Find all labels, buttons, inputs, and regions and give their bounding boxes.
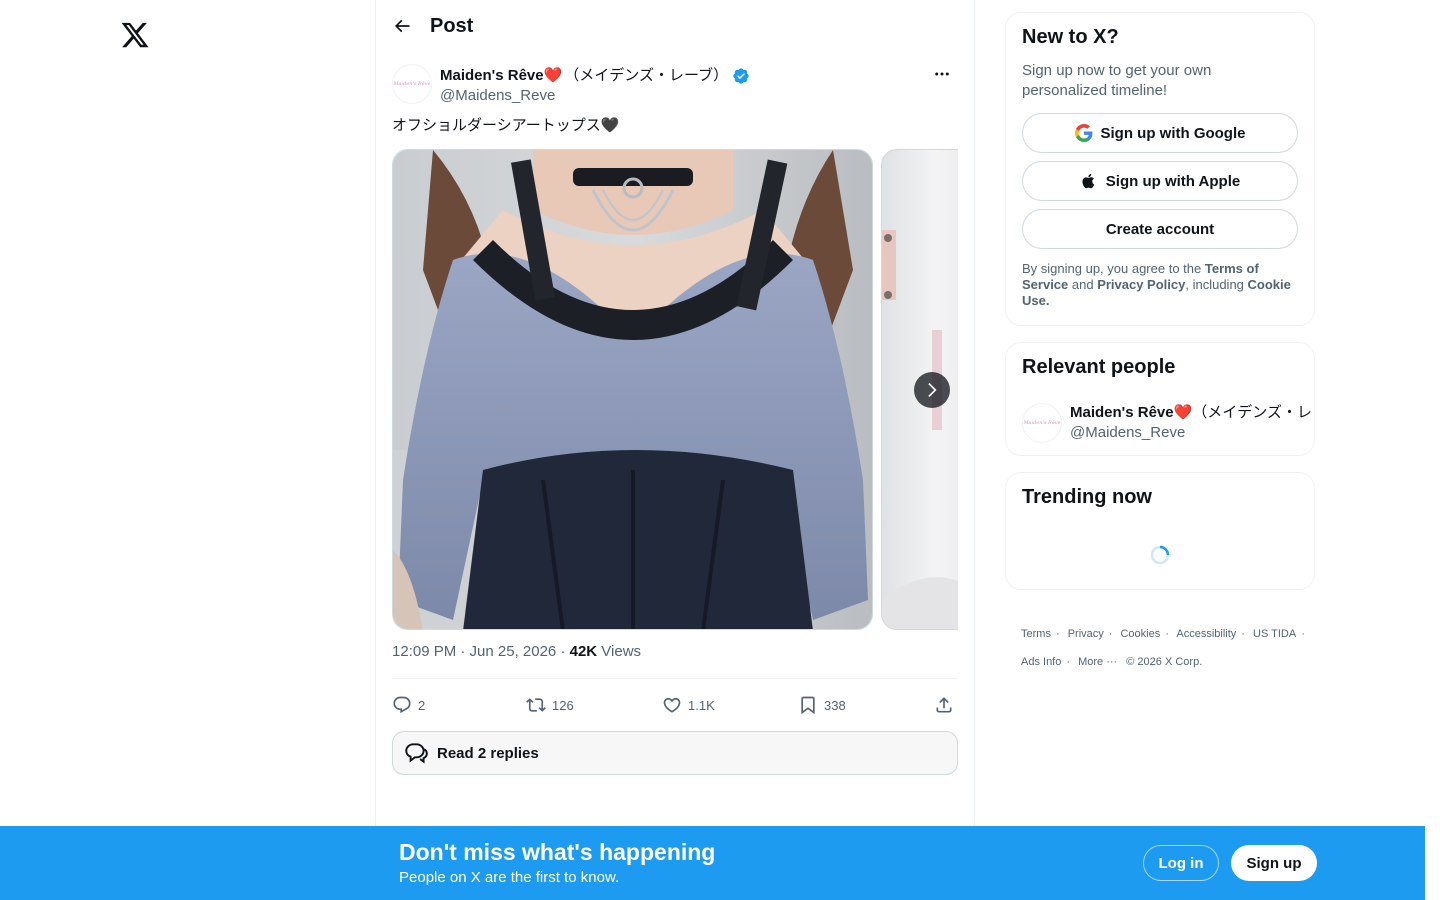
- repost-icon: [526, 698, 546, 712]
- heart-icon: [663, 697, 681, 713]
- bookmark-button[interactable]: 338: [798, 692, 846, 718]
- signup-apple-label: Sign up with Apple: [1105, 172, 1241, 190]
- share-icon: [936, 697, 952, 713]
- footer-link-terms[interactable]: Terms: [1021, 628, 1051, 640]
- relevant-person-handle[interactable]: @Maidens_Reve: [1070, 423, 1185, 443]
- x-logo-icon[interactable]: [120, 20, 154, 54]
- post-column: Post Maiden's Rêve Maiden's Rêve❤️ （メイデンズ…: [375, 0, 975, 900]
- footer-links: Terms · Privacy · Cookies · Accessibility · …: [1021, 628, 1305, 668]
- photo-illustration: [393, 150, 872, 629]
- relevant-people-card: Relevant people Maiden's Rêve Maiden's R…: [1005, 342, 1315, 456]
- post-media-carousel: [392, 149, 958, 630]
- avatar-logo-text: Maiden's Rêve: [1023, 420, 1061, 426]
- signup-apple-button[interactable]: Sign up with Apple: [1022, 161, 1298, 201]
- back-arrow-icon[interactable]: [390, 14, 414, 38]
- avatar[interactable]: Maiden's Rêve: [392, 64, 432, 104]
- relevant-name-text: Maiden's Rêve❤️: [1070, 404, 1193, 421]
- bookmark-icon: [801, 696, 815, 715]
- read-replies-label: Read 2 replies: [437, 744, 539, 762]
- like-button[interactable]: 1.1K: [662, 692, 715, 718]
- repost-count: 126: [552, 697, 574, 713]
- share-button[interactable]: [934, 692, 960, 718]
- post-header: Post: [376, 0, 974, 53]
- post-text: オフショルダーシアートップス🖤: [392, 117, 620, 134]
- reply-count: 2: [418, 697, 426, 713]
- bookmark-count: 338: [824, 697, 846, 713]
- page-title: Post: [430, 15, 474, 37]
- more-options-icon[interactable]: [932, 64, 952, 84]
- signup-google-button[interactable]: Sign up with Google: [1022, 113, 1298, 153]
- footer-link-privacy[interactable]: Privacy: [1068, 628, 1104, 640]
- post-actions: 2 126 1.1K 338: [392, 692, 958, 718]
- reply-icon: [393, 696, 411, 714]
- banner-subtitle: People on X are the first to know.: [399, 869, 620, 886]
- signup-button[interactable]: Sign up: [1231, 845, 1317, 881]
- banner-title: Don't miss what's happening: [399, 839, 716, 865]
- repost-button[interactable]: 126: [526, 692, 574, 718]
- loading-spinner-icon: [1150, 545, 1170, 565]
- reply-button[interactable]: 2: [392, 692, 425, 718]
- author-name-text: Maiden's Rêve❤️: [440, 67, 563, 84]
- author-handle[interactable]: @Maidens_Reve: [440, 86, 555, 106]
- relevant-people-title: Relevant people: [1022, 356, 1176, 378]
- new-to-x-title: New to X?: [1022, 26, 1119, 48]
- trending-title: Trending now: [1022, 486, 1152, 508]
- relevant-name-jp: （メイデンズ・レ: [1192, 404, 1312, 421]
- footer-link-cookies[interactable]: Cookies: [1120, 628, 1160, 640]
- signup-google-label: Sign up with Google: [1100, 124, 1246, 142]
- trending-now-card: Trending now: [1005, 472, 1315, 590]
- footer-link-ads-info[interactable]: Ads Info: [1021, 656, 1061, 668]
- privacy-link[interactable]: Privacy Policy: [1097, 277, 1185, 292]
- relevant-person-name[interactable]: Maiden's Rêve❤️（メイデンズ・レ: [1070, 403, 1312, 423]
- new-to-x-subtitle: Sign up now to get your own personalized…: [1022, 62, 1212, 99]
- avatar-logo-text: Maiden's Rêve: [393, 81, 431, 87]
- verified-badge-icon: [733, 68, 749, 84]
- create-account-button[interactable]: Create account: [1022, 209, 1298, 249]
- signup-legal-text: By signing up, you agree to the Terms of…: [1022, 261, 1302, 309]
- new-to-x-card: New to X? Sign up now to get your own pe…: [1005, 12, 1315, 326]
- author-name-jp: （メイデンズ・レーブ）: [564, 67, 729, 84]
- login-button[interactable]: Log in: [1143, 845, 1219, 881]
- chevron-right-icon: [928, 382, 937, 398]
- footer-copyright: © 2026 X Corp.: [1126, 656, 1203, 668]
- post-author: Maiden's Rêve Maiden's Rêve❤️ （メイデンズ・レーブ）…: [392, 64, 958, 108]
- avatar[interactable]: Maiden's Rêve: [1022, 403, 1062, 443]
- like-count: 1.1K: [688, 697, 715, 713]
- legal-text-1: By signing up, you agree to the: [1022, 261, 1205, 276]
- footer-link-more[interactable]: More ···: [1078, 656, 1117, 668]
- replies-bubble-icon: [405, 743, 428, 764]
- post-timestamp[interactable]: 12:09 PM · Jun 25, 2026 ·: [392, 643, 570, 660]
- legal-text-3: , including: [1185, 277, 1248, 292]
- views-count: 42K: [569, 643, 598, 660]
- footer-link-accessibility[interactable]: Accessibility: [1176, 628, 1236, 640]
- footer-link-ustida[interactable]: US TIDA: [1253, 628, 1296, 640]
- google-icon: [1074, 124, 1092, 142]
- post-meta: 12:09 PM · Jun 25, 2026 · 42K Views: [392, 642, 641, 662]
- author-name[interactable]: Maiden's Rêve❤️ （メイデンズ・レーブ）: [440, 66, 750, 86]
- post-photo-1[interactable]: [392, 149, 873, 630]
- legal-text-2: and: [1068, 277, 1098, 292]
- views-label: Views: [597, 643, 642, 660]
- read-replies-button[interactable]: Read 2 replies: [392, 731, 958, 775]
- signup-banner: Don't miss what's happening People on X …: [0, 826, 1425, 900]
- apple-icon: [1082, 173, 1094, 189]
- carousel-next-button[interactable]: [914, 372, 950, 408]
- divider: [392, 678, 958, 679]
- create-account-label: Create account: [1105, 220, 1215, 238]
